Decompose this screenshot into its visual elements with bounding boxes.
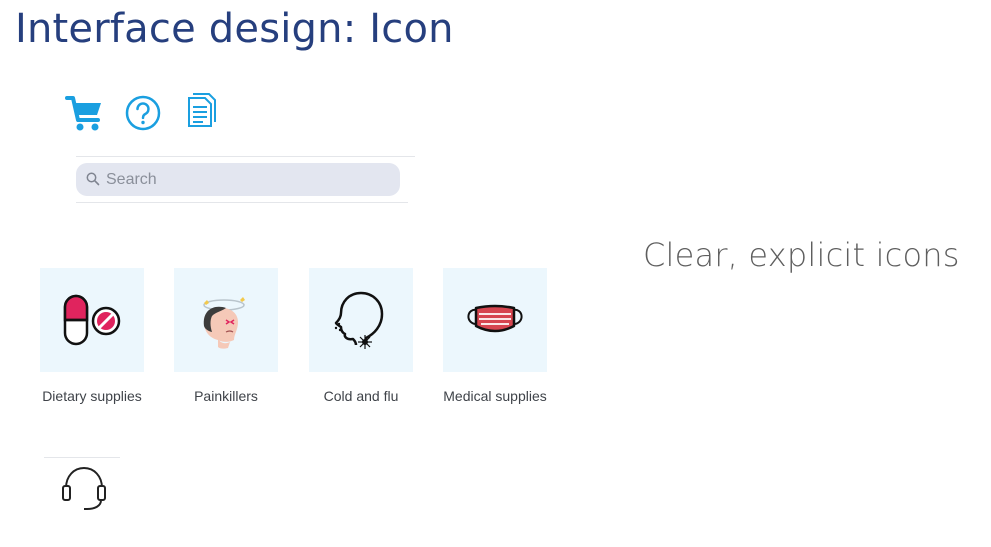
cart-icon[interactable] <box>64 92 106 134</box>
category-tile[interactable] <box>40 268 144 372</box>
category-tile[interactable] <box>443 268 547 372</box>
headset-icon[interactable] <box>56 464 112 514</box>
category-cold-and-flu[interactable]: Cold and flu <box>309 268 413 404</box>
slide-title: Interface design: Icon <box>15 6 454 52</box>
search-icon <box>86 172 100 186</box>
header-icon-bar <box>64 92 224 136</box>
search-input[interactable]: Search <box>76 163 400 196</box>
pills-icon <box>63 294 121 346</box>
category-dietary-supplies[interactable]: Dietary supplies <box>40 268 144 404</box>
category-tile[interactable] <box>174 268 278 372</box>
category-label: Medical supplies <box>443 388 547 404</box>
cough-icon <box>334 291 384 349</box>
divider <box>44 457 120 458</box>
category-medical-supplies[interactable]: Medical supplies <box>443 268 547 404</box>
divider <box>76 156 415 157</box>
documents-icon[interactable] <box>184 92 220 132</box>
face-mask-icon <box>467 304 523 333</box>
headache-icon <box>203 297 245 349</box>
help-icon[interactable] <box>124 94 162 132</box>
category-tile[interactable] <box>309 268 413 372</box>
tagline: Clear, explicit icons <box>643 236 960 274</box>
category-painkillers[interactable]: Painkillers <box>174 268 278 404</box>
divider <box>76 202 408 203</box>
search-placeholder: Search <box>106 171 157 188</box>
